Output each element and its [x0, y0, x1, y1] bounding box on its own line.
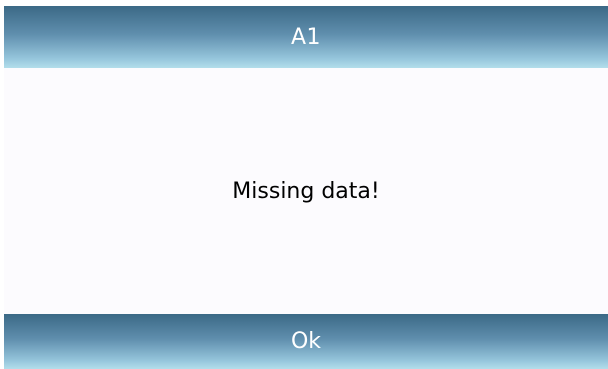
ok-button-label: Ok: [290, 329, 322, 354]
dialog-message: Missing data!: [232, 178, 380, 204]
dialog-title: A1: [290, 24, 322, 50]
alert-dialog: A1 Missing data! Ok: [4, 6, 608, 369]
dialog-message-area: Missing data!: [4, 68, 608, 314]
ok-button[interactable]: Ok: [4, 314, 608, 369]
dialog-title-bar: A1: [4, 6, 608, 68]
